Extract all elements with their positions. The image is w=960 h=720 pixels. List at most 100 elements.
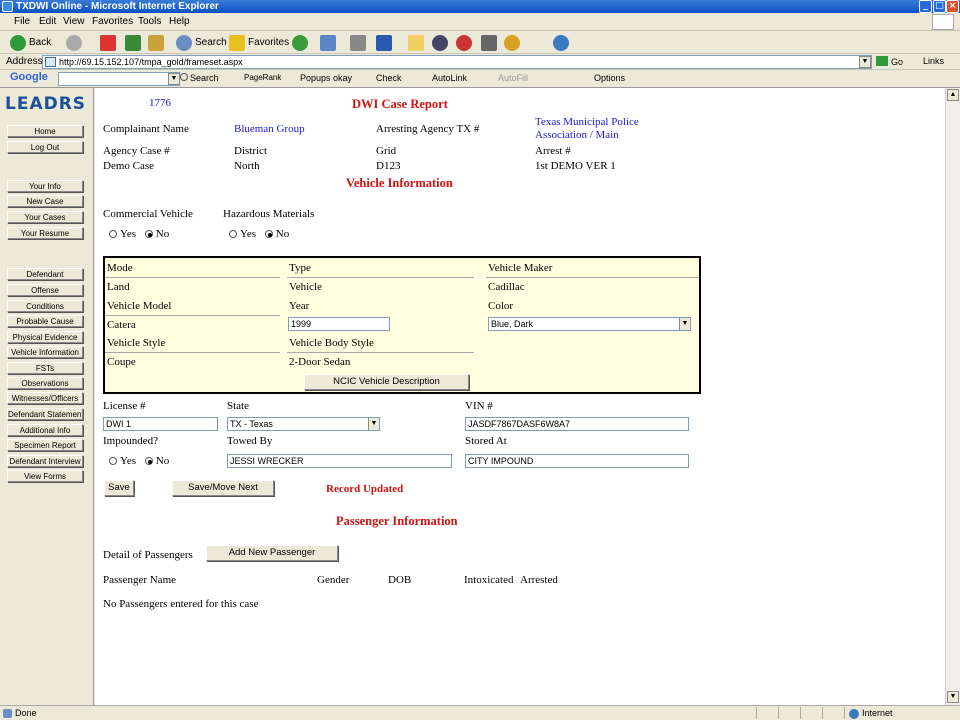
folder-button[interactable] (408, 35, 427, 51)
scroll-down-arrow-icon[interactable]: ▼ (947, 691, 959, 703)
vehicle-maker-value: Cadillac (488, 281, 525, 293)
edit-button[interactable] (376, 35, 395, 51)
history-icon (292, 35, 308, 51)
search-icon (180, 73, 188, 81)
impounded-no-radio[interactable] (144, 457, 153, 465)
nav-offense[interactable]: Offense (7, 284, 83, 296)
vehicle-details-panel: Mode Type Vehicle Maker Land Vehicle Cad… (103, 256, 701, 394)
vertical-scrollbar[interactable]: ▲ ▼ (945, 88, 960, 705)
divider (105, 315, 280, 316)
divider (778, 707, 779, 719)
research-button[interactable] (456, 35, 475, 51)
maximize-button[interactable]: □ (933, 0, 946, 13)
google-search-input[interactable] (58, 72, 180, 86)
nav-log-out[interactable]: Log Out (7, 141, 83, 153)
add-new-passenger-button[interactable]: Add New Passenger (206, 545, 338, 561)
menu-help[interactable]: Help (169, 16, 190, 27)
scroll-up-arrow-icon[interactable]: ▲ (947, 89, 959, 101)
favorites-button[interactable]: Favorites (229, 35, 289, 51)
hazardous-no-radio[interactable] (264, 230, 273, 238)
year-label: Year (289, 300, 310, 312)
stop-icon (100, 35, 116, 51)
autofill-button[interactable]: AutoFill (498, 73, 528, 83)
popup-blocker-button[interactable]: Popups okay (300, 73, 352, 83)
spellcheck-button[interactable]: Check (376, 73, 402, 83)
menu-view[interactable]: View (63, 16, 85, 27)
commercial-yes-radio[interactable] (109, 230, 117, 238)
vehicle-maker-label: Vehicle Maker (488, 262, 553, 274)
nav-additional-info[interactable]: Additional Info (7, 424, 83, 436)
save-button[interactable]: Save (104, 480, 134, 496)
impounded-yes-radio[interactable] (109, 457, 117, 465)
nav-physical-evidence[interactable]: Physical Evidence (7, 331, 83, 343)
hazardous-materials-label: Hazardous Materials (223, 208, 315, 220)
home-button[interactable] (148, 35, 167, 51)
window-title-bar: TXDWI Online - Microsoft Internet Explor… (0, 0, 960, 13)
nav-your-cases[interactable]: Your Cases (7, 211, 83, 223)
arrest-value: 1st DEMO VER 1 (535, 160, 616, 172)
menu-file[interactable]: File (14, 16, 30, 27)
forward-button[interactable] (66, 35, 85, 51)
autolink-button[interactable]: AutoLink (432, 73, 467, 83)
nav-fsts[interactable]: FSTs (7, 362, 83, 374)
device-button[interactable] (481, 35, 500, 51)
search-button[interactable]: Search (176, 35, 227, 51)
close-button[interactable]: × (946, 0, 959, 13)
nav-vehicle-information[interactable]: Vehicle Information (7, 346, 83, 358)
history-button[interactable] (292, 35, 311, 51)
award-button[interactable] (504, 35, 523, 51)
nav-your-resume[interactable]: Your Resume (7, 227, 83, 239)
page-done-icon (3, 709, 12, 718)
google-search-button[interactable]: Search (180, 73, 219, 83)
nav-witnesses-officers[interactable]: Witnesses/Officers (7, 392, 83, 404)
links-button[interactable]: Links (923, 56, 944, 66)
stored-at-input[interactable]: CITY IMPOUND (465, 454, 689, 468)
vehicle-section-title: Vehicle Information (346, 176, 453, 190)
options-button[interactable]: Options (594, 73, 625, 83)
internet-zone-icon (849, 709, 859, 719)
address-input[interactable]: http://69.15.152.107/tmpa_gold/frameset.… (42, 55, 872, 69)
nav-defendant[interactable]: Defendant (7, 268, 83, 280)
nav-conditions[interactable]: Conditions (7, 300, 83, 312)
nav-view-forms[interactable]: View Forms (7, 470, 83, 482)
messenger-button[interactable] (432, 35, 451, 51)
nav-your-info[interactable]: Your Info (7, 180, 83, 192)
print-button[interactable] (350, 35, 369, 51)
nav-observations[interactable]: Observations (7, 377, 83, 389)
go-button[interactable]: Go (876, 55, 903, 69)
minimize-button[interactable]: _ (919, 0, 932, 13)
commercial-radio-group: Yes No (109, 228, 169, 240)
menu-tools[interactable]: Tools (138, 16, 161, 27)
license-input[interactable]: DWI 1 (103, 417, 218, 431)
ncic-vehicle-description-button[interactable]: NCIC Vehicle Description (304, 374, 469, 390)
nav-defendant-interview[interactable]: Defendant Interview (7, 455, 83, 467)
menu-favorites[interactable]: Favorites (92, 16, 133, 27)
year-input[interactable]: 1999 (288, 317, 390, 331)
address-dropdown[interactable]: ▼ (859, 56, 871, 68)
mail-button[interactable] (320, 35, 339, 51)
commercial-no-radio[interactable] (144, 230, 153, 238)
nav-new-case[interactable]: New Case (7, 195, 83, 207)
left-navigation: LEADRS Home Log Out Your Info New Case Y… (0, 88, 94, 705)
back-button[interactable]: Back (10, 35, 51, 51)
nav-probable-cause[interactable]: Probable Cause (7, 315, 83, 327)
nav-specimen-report[interactable]: Specimen Report (7, 439, 83, 451)
stop-button[interactable] (100, 35, 119, 51)
chevron-down-icon: ▼ (368, 418, 379, 430)
vin-input[interactable]: JASDF7867DASF6W8A7 (465, 417, 689, 431)
home-icon (148, 35, 164, 51)
google-logo[interactable]: Google (10, 71, 48, 83)
status-message: Record Updated (326, 483, 404, 495)
google-search-dropdown[interactable]: ▼ (168, 73, 180, 85)
mode-label: Mode (107, 262, 133, 274)
nav-defendant-statement[interactable]: Defendant Statement (7, 408, 83, 420)
save-move-next-button[interactable]: Save/Move Next (172, 480, 274, 496)
menu-edit[interactable]: Edit (39, 16, 56, 27)
color-select[interactable]: Blue, Dark ▼ (488, 317, 691, 331)
towed-by-input[interactable]: JESSI WRECKER (227, 454, 452, 468)
nav-home[interactable]: Home (7, 125, 83, 137)
state-select[interactable]: TX - Texas ▼ (227, 417, 380, 431)
hazardous-yes-radio[interactable] (229, 230, 237, 238)
refresh-button[interactable] (125, 35, 144, 51)
users-button[interactable] (553, 35, 572, 51)
